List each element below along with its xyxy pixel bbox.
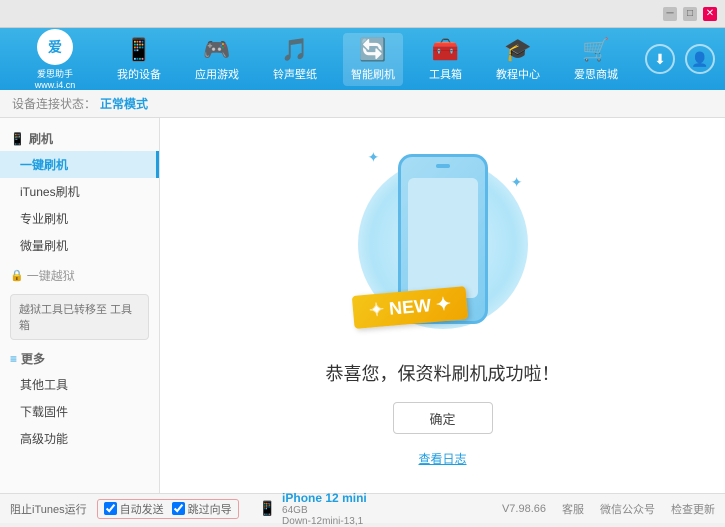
nav-mall[interactable]: 🛒 爱思商城 — [566, 33, 626, 86]
ringtones-icon: 🎵 — [281, 37, 308, 63]
lock-icon: 🔒 — [10, 269, 24, 282]
logo-symbol: 爱 — [48, 37, 62, 57]
bottom-bar: 阻止iTunes运行 自动发送 跳过向导 📱 iPhone 12 mini 64… — [0, 493, 725, 523]
wechat-link[interactable]: 微信公众号 — [600, 501, 655, 517]
more-section-icon: ≡ — [10, 352, 17, 366]
logo-line1: 爱思助手 — [37, 67, 73, 80]
version-label: V7.98.66 — [502, 503, 546, 515]
phone-speaker — [436, 164, 450, 168]
skip-wizard-checkbox[interactable]: 跳过向导 — [172, 501, 232, 517]
nav-ringtones[interactable]: 🎵 铃声壁纸 — [265, 33, 325, 86]
my-device-icon: 📱 — [125, 37, 152, 63]
confirm-button[interactable]: 确定 — [393, 402, 493, 434]
logo-area: 爱 爱思助手 www.i4.cn — [10, 29, 100, 90]
skip-wizard-label: 跳过向导 — [188, 501, 232, 517]
itunes-flash-label: iTunes刷机 — [20, 185, 80, 199]
success-panel: ✦ ✦ ✦ ✦ NEW ✦ 恭喜您，保资料刷机成功啦！ 确定 查看日志 — [326, 144, 560, 467]
minimize-btn[interactable]: ─ — [663, 7, 677, 21]
phone-screen — [408, 178, 478, 298]
account-btn[interactable]: 👤 — [685, 44, 715, 74]
sidebar-item-other-tools[interactable]: 其他工具 — [0, 371, 159, 398]
close-btn[interactable]: ✕ — [703, 7, 717, 21]
sidebar-section-jailbreak: 🔒 一键越狱 — [0, 263, 159, 288]
content-area: ✦ ✦ ✦ ✦ NEW ✦ 恭喜您，保资料刷机成功啦！ 确定 查看日志 — [160, 118, 725, 493]
sparkle-2: ✦ — [511, 174, 523, 191]
sparkle-1: ✦ — [368, 149, 380, 166]
other-tools-label: 其他工具 — [20, 378, 68, 392]
sidebar: 📱 刷机 一键刷机 iTunes刷机 专业刷机 微量刷机 🔒 一键越狱 越狱工具… — [0, 118, 160, 493]
device-icon: 📱 — [259, 500, 276, 517]
download-btn[interactable]: ⬇ — [645, 44, 675, 74]
status-bar: 设备连接状态： 正常模式 — [0, 90, 725, 118]
top-navigation: 爱 爱思助手 www.i4.cn 📱 我的设备 🎮 应用游戏 🎵 铃声壁纸 🔄 … — [0, 28, 725, 90]
bottom-right: V7.98.66 客服 微信公众号 检查更新 — [502, 501, 715, 517]
jailbreak-section-label: 一键越狱 — [27, 267, 75, 284]
one-click-flash-label: 一键刷机 — [20, 158, 68, 172]
checkbox-group: 自动发送 跳过向导 — [97, 499, 239, 519]
nav-mall-label: 爱思商城 — [574, 66, 618, 82]
flash-section-label: 刷机 — [29, 130, 53, 147]
nav-my-device-label: 我的设备 — [117, 66, 161, 82]
nav-toolbox-label: 工具箱 — [429, 66, 462, 82]
sidebar-item-pro-flash[interactable]: 专业刷机 — [0, 205, 159, 232]
nav-toolbox[interactable]: 🧰 工具箱 — [421, 33, 470, 86]
phone-illustration: ✦ ✦ ✦ ✦ NEW ✦ — [353, 144, 533, 344]
flash-section-icon: 📱 — [10, 132, 25, 146]
stop-itunes-label: 阻止iTunes运行 — [10, 501, 87, 517]
status-value: 正常模式 — [100, 95, 148, 112]
auto-send-input[interactable] — [104, 502, 117, 515]
logo-circle: 爱 — [37, 29, 73, 65]
sidebar-section-more: ≡ 更多 — [0, 346, 159, 371]
device-info: 📱 iPhone 12 mini 64GB Down-12mini-13,1 — [259, 491, 367, 527]
nav-items: 📱 我的设备 🎮 应用游戏 🎵 铃声壁纸 🔄 智能刷机 🧰 工具箱 🎓 教程中心… — [100, 33, 635, 86]
tutorials-icon: 🎓 — [504, 37, 531, 63]
nav-my-device[interactable]: 📱 我的设备 — [109, 33, 169, 86]
success-message: 恭喜您，保资料刷机成功啦！ — [326, 360, 560, 386]
sidebar-item-itunes-flash[interactable]: iTunes刷机 — [0, 178, 159, 205]
nav-apps-games-label: 应用游戏 — [195, 66, 239, 82]
status-label: 设备连接状态： — [12, 95, 96, 112]
nav-ringtones-label: 铃声壁纸 — [273, 66, 317, 82]
logo-line2: www.i4.cn — [35, 80, 76, 90]
jailbreak-note-text: 越狱工具已转移至 工具箱 — [19, 304, 132, 332]
sidebar-item-save-flash[interactable]: 微量刷机 — [0, 232, 159, 259]
nav-smart-flash-label: 智能刷机 — [351, 66, 395, 82]
device-details: iPhone 12 mini 64GB Down-12mini-13,1 — [282, 491, 367, 527]
pro-flash-label: 专业刷机 — [20, 212, 68, 226]
device-storage: 64GB — [282, 505, 367, 516]
save-flash-label: 微量刷机 — [20, 239, 68, 253]
auto-send-checkbox[interactable]: 自动发送 — [104, 501, 164, 517]
toolbox-icon: 🧰 — [432, 37, 459, 63]
nav-right: ⬇ 👤 — [645, 44, 715, 74]
jailbreak-locked-note: 越狱工具已转移至 工具箱 — [10, 294, 149, 340]
advanced-label: 高级功能 — [20, 432, 68, 446]
apps-games-icon: 🎮 — [203, 37, 230, 63]
nav-tutorials-label: 教程中心 — [496, 66, 540, 82]
main-area: 📱 刷机 一键刷机 iTunes刷机 专业刷机 微量刷机 🔒 一键越狱 越狱工具… — [0, 118, 725, 493]
sidebar-section-flash: 📱 刷机 — [0, 126, 159, 151]
device-name: iPhone 12 mini — [282, 491, 367, 505]
check-update-link[interactable]: 检查更新 — [671, 501, 715, 517]
auto-send-label: 自动发送 — [120, 501, 164, 517]
stop-itunes-button[interactable]: 阻止iTunes运行 — [10, 501, 87, 517]
sidebar-item-download-firmware[interactable]: 下载固件 — [0, 398, 159, 425]
skip-wizard-input[interactable] — [172, 502, 185, 515]
sidebar-item-one-click-flash[interactable]: 一键刷机 — [0, 151, 159, 178]
nav-apps-games[interactable]: 🎮 应用游戏 — [187, 33, 247, 86]
customer-service-link[interactable]: 客服 — [562, 501, 584, 517]
nav-tutorials[interactable]: 🎓 教程中心 — [488, 33, 548, 86]
sidebar-item-advanced[interactable]: 高级功能 — [0, 425, 159, 452]
download-firmware-label: 下载固件 — [20, 405, 68, 419]
nav-smart-flash[interactable]: 🔄 智能刷机 — [343, 33, 403, 86]
history-link[interactable]: 查看日志 — [418, 450, 466, 467]
titlebar: ─ □ ✕ — [0, 0, 725, 28]
device-model: Down-12mini-13,1 — [282, 516, 367, 527]
bottom-left: 阻止iTunes运行 自动发送 跳过向导 📱 iPhone 12 mini 64… — [10, 491, 502, 527]
mall-icon: 🛒 — [582, 37, 609, 63]
more-section-label: 更多 — [21, 350, 45, 367]
smart-flash-icon: 🔄 — [359, 37, 386, 63]
window-controls: ─ □ ✕ — [663, 7, 717, 21]
maximize-btn[interactable]: □ — [683, 7, 697, 21]
